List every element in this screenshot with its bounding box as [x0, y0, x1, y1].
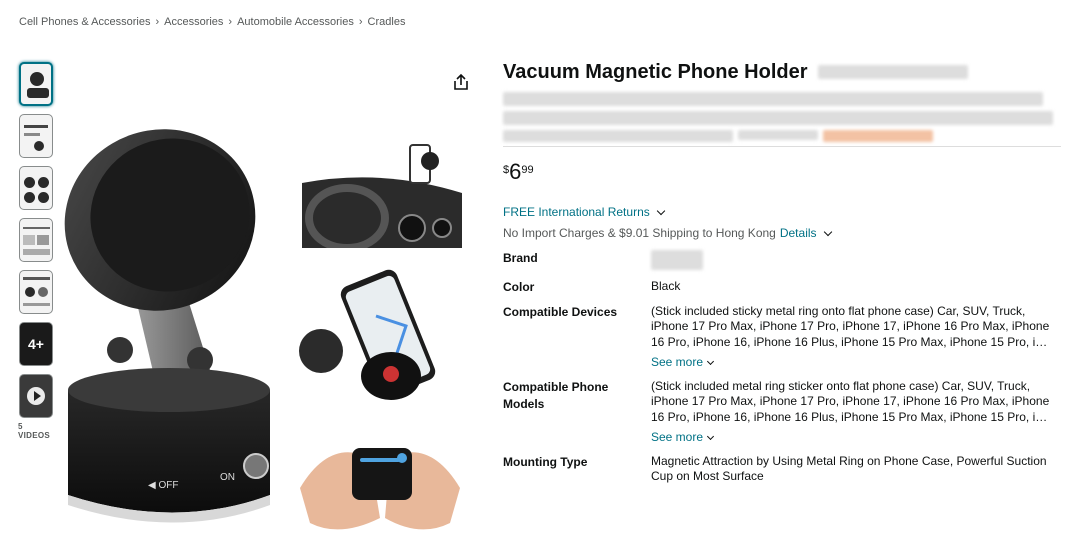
shipping-row: No Import Charges & $9.01 Shipping to Ho…: [503, 226, 1061, 240]
product-info-panel: Vacuum Magnetic Phone Holder $ 6 99 FREE…: [503, 58, 1061, 493]
breadcrumb-separator: ›: [228, 16, 233, 28]
thumbnail-1[interactable]: [19, 62, 53, 106]
price: $ 6 99: [503, 161, 1061, 183]
shipping-details-link[interactable]: Details: [780, 226, 817, 240]
breadcrumb: Cell Phones & Accessories › Accessories …: [19, 16, 405, 28]
breadcrumb-automobile-accessories[interactable]: Automobile Accessories: [237, 16, 354, 28]
on-label: ON: [220, 472, 235, 483]
thumbnail-2[interactable]: [19, 114, 53, 158]
spec-row-color: Color Black: [503, 279, 1061, 296]
spec-value: Black: [651, 278, 681, 293]
see-more-label[interactable]: See more: [651, 430, 703, 446]
thumbnail-video[interactable]: [19, 374, 53, 418]
breadcrumb-cradles[interactable]: Cradles: [368, 16, 406, 28]
spec-row-compatible-devices: Compatible Devices (Stick included stick…: [503, 304, 1061, 371]
spec-key: Brand: [503, 251, 538, 265]
chevron-down-icon[interactable]: [706, 357, 715, 365]
play-icon: [27, 387, 45, 405]
redacted-subtitle: [503, 92, 1061, 142]
phone-mounted-image[interactable]: [296, 266, 466, 406]
spec-row-mounting-type: Mounting Type Magnetic Attraction by Usi…: [503, 454, 1061, 485]
breadcrumb-accessories[interactable]: Accessories: [164, 16, 223, 28]
spec-value: (Stick included sticky metal ring onto f…: [651, 303, 1050, 349]
thumbnail-3[interactable]: [19, 166, 53, 210]
thumbnail-4[interactable]: [19, 218, 53, 262]
main-product-image[interactable]: ◀ OFF ON: [60, 120, 290, 540]
off-label: ◀ OFF: [148, 480, 178, 491]
thumbnail-strip: 4+ 5 VIDEOS: [18, 62, 55, 440]
spec-key: Compatible Phone Models: [503, 379, 609, 411]
see-more-button[interactable]: See more: [651, 430, 1061, 446]
hand-holding-device-image[interactable]: [290, 428, 470, 538]
spec-value: Magnetic Attraction by Using Metal Ring …: [651, 453, 1047, 484]
see-more-label[interactable]: See more: [651, 355, 703, 371]
divider: [503, 146, 1061, 147]
redacted-title-suffix: [817, 65, 968, 79]
share-icon[interactable]: [451, 72, 471, 92]
chevron-down-icon[interactable]: [656, 206, 665, 215]
spec-key: Color: [503, 279, 535, 294]
returns-row[interactable]: FREE International Returns: [503, 205, 1061, 219]
product-specs: Brand Color Black Compatible Devices (St…: [503, 250, 1061, 485]
breadcrumb-cell-phones[interactable]: Cell Phones & Accessories: [19, 16, 150, 28]
car-dashboard-image[interactable]: [302, 133, 462, 248]
spec-row-brand: Brand: [503, 250, 1061, 275]
videos-label: 5 VIDEOS: [18, 422, 51, 440]
chevron-down-icon[interactable]: [706, 432, 715, 440]
see-more-button[interactable]: See more: [651, 355, 1061, 371]
spec-key: Compatible Devices: [503, 304, 618, 319]
product-title-text: Vacuum Magnetic Phone Holder: [503, 61, 808, 83]
breadcrumb-separator: ›: [358, 16, 363, 28]
spec-value: (Stick included metal ring sticker onto …: [651, 378, 1050, 424]
thumbnail-5[interactable]: [19, 270, 53, 314]
spec-value-brand: [651, 250, 1061, 275]
chevron-down-icon[interactable]: [823, 227, 832, 236]
spec-key: Mounting Type: [503, 454, 588, 469]
thumbnail-more-count: 4+: [20, 323, 52, 365]
spec-row-compatible-phone-models: Compatible Phone Models (Stick included …: [503, 379, 1061, 446]
product-title: Vacuum Magnetic Phone Holder: [503, 58, 1061, 86]
breadcrumb-separator: ›: [155, 16, 160, 28]
price-whole: 6: [509, 159, 522, 184]
returns-link[interactable]: FREE International Returns: [503, 205, 650, 219]
price-fraction: 99: [521, 164, 534, 176]
thumbnail-more[interactable]: 4+: [19, 322, 53, 366]
shipping-text: No Import Charges & $9.01 Shipping to Ho…: [503, 226, 776, 240]
